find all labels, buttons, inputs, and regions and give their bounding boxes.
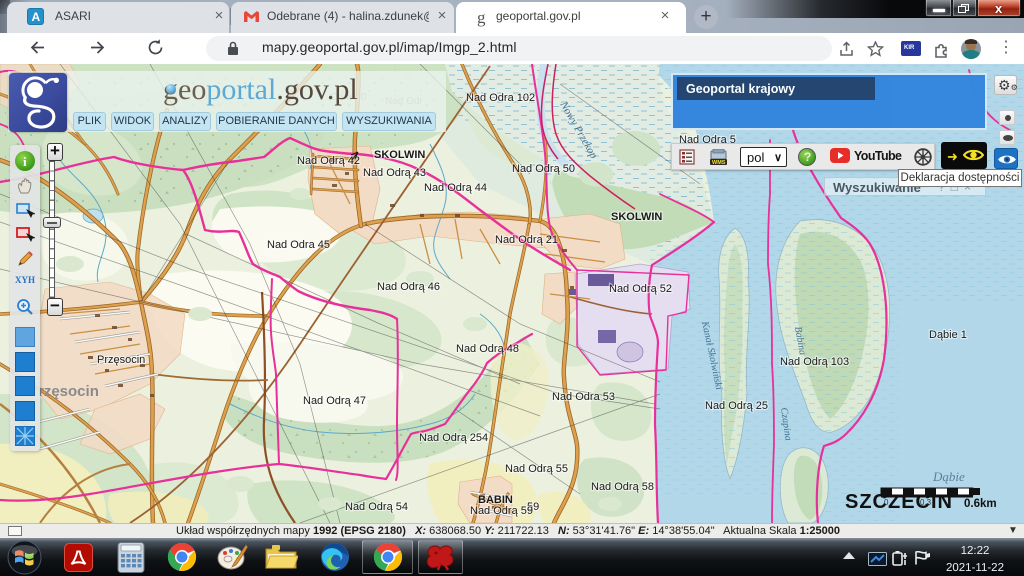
svg-text:Nad Odrą 44: Nad Odrą 44 — [424, 182, 487, 194]
svg-text:rzęsocin: rzęsocin — [38, 383, 99, 400]
svg-text:Nad Odra 102: Nad Odra 102 — [466, 92, 535, 104]
svg-text:Nad Odrą 54: Nad Odrą 54 — [345, 501, 408, 513]
svg-text:Dąbie 1: Dąbie 1 — [929, 329, 967, 341]
svg-text:Nad Odrą 50: Nad Odrą 50 — [512, 163, 575, 175]
svg-text:Nad Odrą 21: Nad Odrą 21 — [495, 234, 558, 246]
svg-text:12:22: 12:22 — [961, 545, 990, 557]
svg-text:Nad Odrą 103: Nad Odrą 103 — [780, 356, 849, 368]
svg-text:0,3: 0,3 — [920, 498, 932, 507]
svg-text:2021-11-22: 2021-11-22 — [946, 562, 1004, 574]
svg-text:0: 0 — [884, 498, 889, 507]
svg-text:Nad Odrą 25: Nad Odrą 25 — [705, 400, 768, 412]
svg-text:SKOLWIN: SKOLWIN — [374, 149, 425, 161]
svg-text:Nad Odrą 47: Nad Odrą 47 — [303, 395, 366, 407]
svg-text:Nad Odrą 55: Nad Odrą 55 — [505, 463, 568, 475]
svg-text:Nad Odrą 59: Nad Odrą 59 — [470, 505, 533, 517]
svg-text:SKOLWIN: SKOLWIN — [611, 211, 662, 223]
svg-text:Przęsocin: Przęsocin — [97, 354, 145, 366]
svg-text:Nad Odrą 254: Nad Odrą 254 — [419, 432, 488, 444]
svg-text:Nad Odrą 46: Nad Odrą 46 — [377, 281, 440, 293]
svg-text:Nad Odrą 48: Nad Odrą 48 — [456, 343, 519, 355]
svg-text:0.6km: 0.6km — [964, 498, 997, 510]
svg-text:Nad Odrą 52: Nad Odrą 52 — [609, 283, 672, 295]
svg-text:Nad Odrą 58: Nad Odrą 58 — [591, 481, 654, 493]
svg-text:Nad Odra 53: Nad Odra 53 — [552, 391, 615, 403]
svg-text:Nad Odrą 42: Nad Odrą 42 — [297, 155, 360, 167]
svg-text:Dąbie: Dąbie — [932, 469, 965, 484]
svg-text:Nad Odrą 43: Nad Odrą 43 — [363, 167, 426, 179]
svg-text:Nad Odra 45: Nad Odra 45 — [267, 239, 330, 251]
svg-text:WMS: WMS — [712, 160, 726, 166]
